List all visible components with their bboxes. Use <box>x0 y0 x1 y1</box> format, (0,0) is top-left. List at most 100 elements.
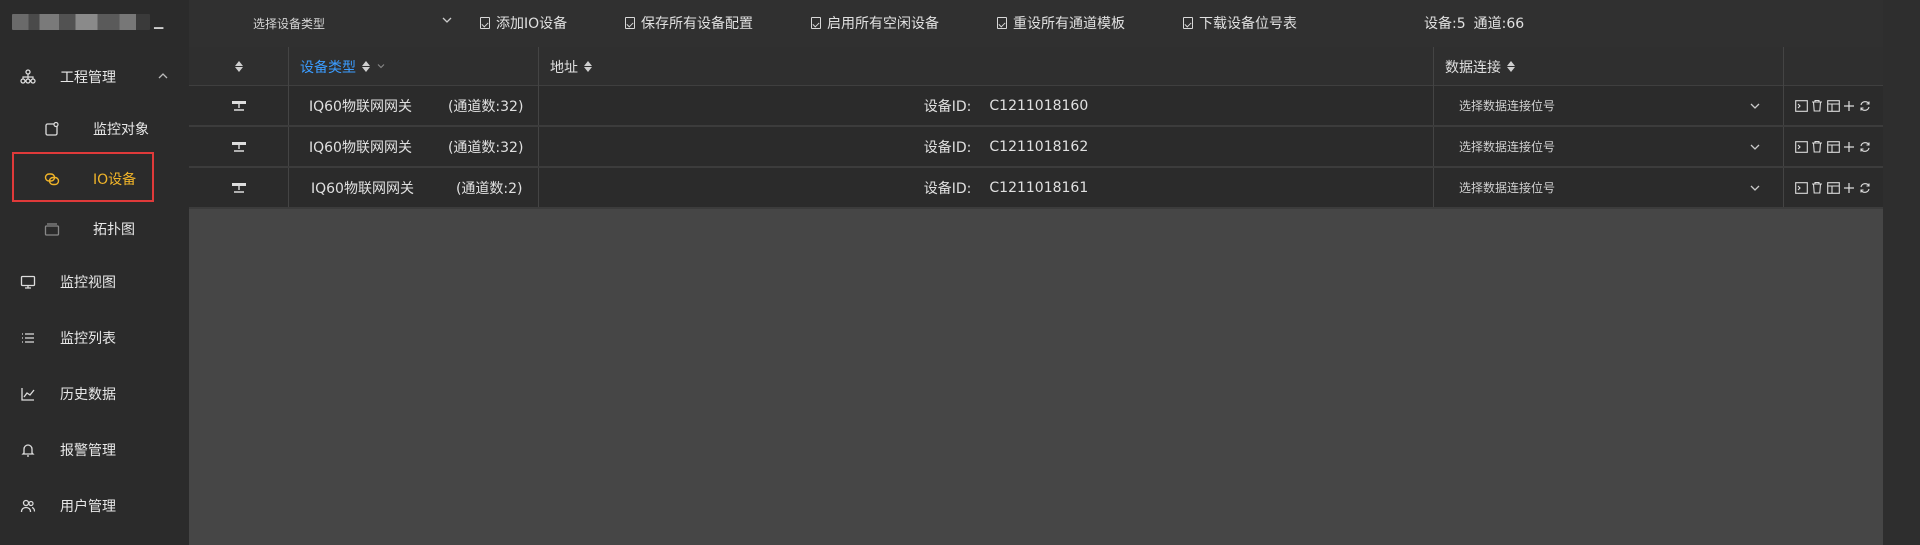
data-connection-placeholder: 选择数据连接位号 <box>1459 140 1556 154</box>
reset-channel-templates-button[interactable]: 重设所有通道模板 <box>997 12 1125 34</box>
table-header: 设备类型 地址 数据连接 <box>189 47 1883 86</box>
table-row[interactable]: IQ60物联网网关 (通道数:2) 设备ID: C1211018161 选择数据… <box>189 168 1883 209</box>
gateway-icon-cell <box>189 86 289 125</box>
window-icon[interactable] <box>1826 181 1840 195</box>
row-actions <box>1784 127 1883 166</box>
device-id-label: 设备ID: <box>923 180 972 197</box>
plus-icon[interactable] <box>1842 140 1856 154</box>
sidebar-item-history-data[interactable]: 历史数据 <box>0 372 189 416</box>
table-row[interactable]: IQ60物联网网关 (通道数:32) 设备ID: C1211018160 选择数… <box>189 86 1883 127</box>
monitor-object-icon <box>44 121 60 137</box>
device-type-cell: IQ60物联网网关 (通道数:32) <box>289 86 539 125</box>
address-cell: 设备ID: C1211018161 <box>539 168 1434 207</box>
right-scroll-gutter <box>1883 0 1920 545</box>
data-connection-select[interactable]: 选择数据连接位号 <box>1434 127 1784 166</box>
enable-idle-devices-button[interactable]: 启用所有空闲设备 <box>811 12 939 34</box>
document-check-icon <box>480 17 490 29</box>
sort-icon[interactable] <box>1507 61 1515 72</box>
device-type: IQ60物联网网关 <box>309 139 412 156</box>
channel-count: (通道数:32) <box>447 139 524 156</box>
refresh-icon[interactable] <box>1858 181 1872 195</box>
sidebar-item-monitor-view[interactable]: 监控视图 <box>0 260 189 304</box>
toolbar: 选择设备类型 添加IO设备 保存所有设备配置 启用所有空闲设备 重设所有通道模板… <box>189 0 1883 47</box>
device-count: 设备:5 <box>1424 16 1466 32</box>
data-connection-select[interactable]: 选择数据连接位号 <box>1434 86 1784 125</box>
gateway-icon <box>231 100 247 112</box>
header-icon-column[interactable] <box>189 47 289 86</box>
sidebar-item-user-management[interactable]: 用户管理 <box>0 484 189 528</box>
sidebar-item-monitor-list[interactable]: 监控列表 <box>0 316 189 360</box>
device-id-label: 设备ID: <box>923 98 972 115</box>
sort-icon[interactable] <box>234 61 243 72</box>
device-type-placeholder: 选择设备类型 <box>253 16 326 31</box>
window-icon[interactable] <box>1826 99 1840 113</box>
row-actions <box>1784 168 1883 207</box>
header-address[interactable]: 地址 <box>539 47 1434 86</box>
sidebar-item-label: 用户管理 <box>60 499 116 515</box>
bell-icon <box>20 442 36 458</box>
header-device-type[interactable]: 设备类型 <box>289 47 539 86</box>
sidebar-item-project-management[interactable]: 工程管理 <box>0 55 189 99</box>
table-row[interactable]: IQ60物联网网关 (通道数:32) 设备ID: C1211018162 选择数… <box>189 127 1883 168</box>
terminal-icon[interactable] <box>1794 181 1808 195</box>
add-io-device-button[interactable]: 添加IO设备 <box>480 12 567 34</box>
terminal-icon[interactable] <box>1794 99 1808 113</box>
device-type-select[interactable]: 选择设备类型 <box>253 12 453 34</box>
trash-icon[interactable] <box>1810 140 1824 154</box>
sidebar-item-alarm-management[interactable]: 报警管理 <box>0 428 189 472</box>
trash-icon[interactable] <box>1810 99 1824 113</box>
chevron-up-icon <box>157 70 169 86</box>
device-id-label: 设备ID: <box>923 139 972 156</box>
address-cell: 设备ID: C1211018160 <box>539 86 1434 125</box>
sidebar: ▁ 工程管理 监控对象 IO设备 拓扑图 监控视图 监控列表 历史数据 报警管理… <box>0 0 189 545</box>
document-check-icon <box>811 17 821 29</box>
sidebar-item-label: 监控列表 <box>60 331 116 347</box>
filter-chevron-icon[interactable] <box>376 59 386 75</box>
window-icon[interactable] <box>1826 140 1840 154</box>
header-data-connection[interactable]: 数据连接 <box>1434 47 1784 86</box>
selection-highlight-box <box>12 152 154 202</box>
header-device-type-label: 设备类型 <box>300 59 356 76</box>
add-io-device-label: 添加IO设备 <box>496 16 568 32</box>
address-cell: 设备ID: C1211018162 <box>539 127 1434 166</box>
device-type-cell: IQ60物联网网关 (通道数:32) <box>289 127 539 166</box>
device-type-cell: IQ60物联网网关 (通道数:2) <box>289 168 539 207</box>
sidebar-item-topology[interactable]: 拓扑图 <box>0 207 189 251</box>
channel-count: 通道:66 <box>1473 16 1525 32</box>
logo-caret: ▁ <box>154 15 164 29</box>
document-check-icon <box>1183 17 1193 29</box>
logo-image <box>12 14 150 30</box>
plus-icon[interactable] <box>1842 99 1856 113</box>
trash-icon[interactable] <box>1810 181 1824 195</box>
sitemap-icon <box>20 69 36 85</box>
save-all-config-label: 保存所有设备配置 <box>641 16 753 32</box>
refresh-icon[interactable] <box>1858 99 1872 113</box>
device-stats: 设备:5 通道:66 <box>1424 12 1524 34</box>
sort-icon[interactable] <box>362 61 370 72</box>
data-connection-placeholder: 选择数据连接位号 <box>1459 181 1556 195</box>
refresh-icon[interactable] <box>1858 140 1872 154</box>
reset-channel-templates-label: 重设所有通道模板 <box>1013 16 1125 32</box>
line-chart-icon <box>20 386 36 402</box>
plus-icon[interactable] <box>1842 181 1856 195</box>
app-logo: ▁ <box>0 0 189 44</box>
device-id: C1211018162 <box>989 138 1089 155</box>
download-tag-table-button[interactable]: 下载设备位号表 <box>1183 12 1297 34</box>
download-tag-table-label: 下载设备位号表 <box>1199 16 1297 32</box>
sidebar-item-label: 历史数据 <box>60 387 116 403</box>
enable-idle-devices-label: 启用所有空闲设备 <box>827 16 939 32</box>
sidebar-item-label: 监控视图 <box>60 275 116 291</box>
terminal-icon[interactable] <box>1794 140 1808 154</box>
device-type: IQ60物联网网关 <box>309 98 412 115</box>
data-connection-select[interactable]: 选择数据连接位号 <box>1434 168 1784 207</box>
sidebar-item-label: 工程管理 <box>60 70 116 86</box>
sidebar-item-monitor-object[interactable]: 监控对象 <box>0 107 189 151</box>
document-check-icon <box>625 17 635 29</box>
sidebar-item-label: 拓扑图 <box>93 222 135 238</box>
gateway-icon <box>231 141 247 153</box>
save-all-config-button[interactable]: 保存所有设备配置 <box>625 12 753 34</box>
users-icon <box>20 498 36 514</box>
sort-icon[interactable] <box>584 61 592 72</box>
document-check-icon <box>997 17 1007 29</box>
gateway-icon-cell <box>189 127 289 166</box>
